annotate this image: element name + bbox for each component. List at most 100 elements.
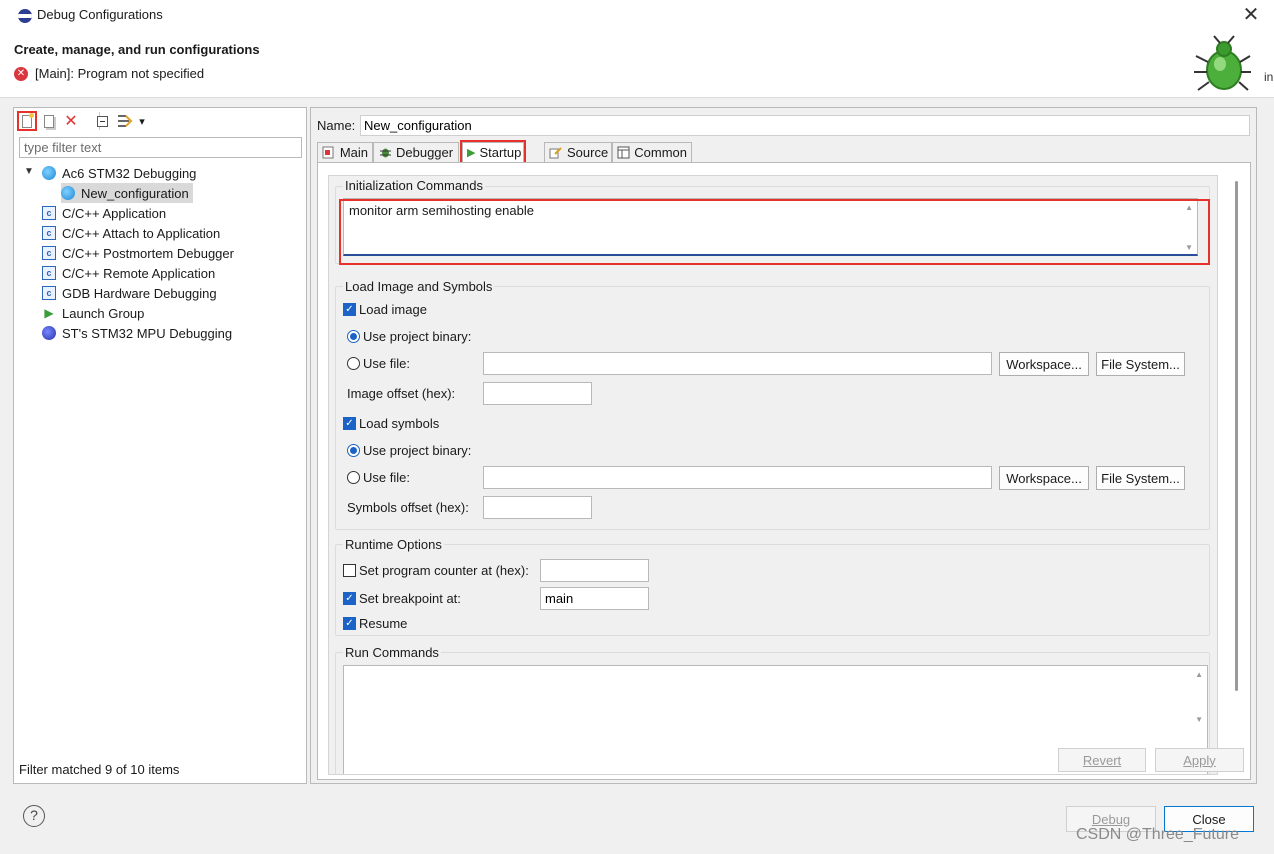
delete-icon: ✕ bbox=[64, 113, 78, 130]
tree-item-label: C/C++ Postmortem Debugger bbox=[62, 245, 234, 261]
tab-label: Common bbox=[634, 145, 687, 160]
tree-item-gdb-hardware[interactable]: c GDB Hardware Debugging bbox=[42, 283, 217, 303]
scroll-up-icon[interactable]: ▲ bbox=[1195, 670, 1203, 679]
symbols-use-project-binary-radio[interactable]: Use project binary: bbox=[347, 443, 471, 458]
runtime-options-group bbox=[335, 544, 1210, 636]
tab-startup[interactable]: ▶ Startup bbox=[460, 140, 526, 164]
stm-icon bbox=[42, 326, 56, 340]
use-project-binary-label: Use project binary: bbox=[363, 329, 472, 344]
tree-item-cpp-postmortem[interactable]: c C/C++ Postmortem Debugger bbox=[42, 243, 234, 263]
tree-item-launch-group[interactable]: ▶ Launch Group bbox=[42, 303, 144, 323]
symbols-use-file-radio[interactable]: Use file: bbox=[347, 470, 410, 485]
chevron-down-icon[interactable]: ▼ bbox=[24, 166, 36, 177]
resume-checkbox[interactable]: ✓ Resume bbox=[343, 616, 407, 631]
initialization-commands-title: Initialization Commands bbox=[343, 178, 486, 193]
duplicate-button[interactable] bbox=[39, 111, 59, 131]
name-field[interactable] bbox=[360, 115, 1250, 136]
filter-status: Filter matched 9 of 10 items bbox=[19, 762, 180, 777]
check-icon: ✓ bbox=[343, 617, 356, 630]
set-program-counter-label: Set program counter at (hex): bbox=[359, 563, 529, 578]
name-label: Name: bbox=[317, 118, 356, 133]
tree-item-cpp-application[interactable]: c C/C++ Application bbox=[42, 203, 166, 223]
check-icon: ✓ bbox=[343, 417, 356, 430]
load-image-symbols-group bbox=[335, 286, 1210, 530]
run-commands-title: Run Commands bbox=[343, 645, 441, 660]
tab-source[interactable]: Source bbox=[544, 142, 612, 162]
filter-input[interactable] bbox=[19, 137, 302, 158]
tree-item-cpp-remote[interactable]: c C/C++ Remote Application bbox=[42, 263, 215, 283]
set-breakpoint-label: Set breakpoint at: bbox=[359, 591, 461, 606]
resume-label: Resume bbox=[359, 616, 408, 631]
vertical-scrollbar[interactable] bbox=[1232, 181, 1242, 701]
set-breakpoint-checkbox[interactable]: ✓ Set breakpoint at: bbox=[343, 591, 461, 606]
load-symbols-label: Load symbols bbox=[359, 416, 440, 431]
tree-item-label: Ac6 STM32 Debugging bbox=[62, 165, 197, 181]
new-configuration-icon bbox=[22, 112, 34, 128]
debug-bug-icon bbox=[1190, 34, 1252, 96]
tree-item-ac6-stm32-debugging[interactable]: Ac6 STM32 Debugging bbox=[42, 163, 196, 183]
apply-button[interactable]: Apply bbox=[1155, 748, 1244, 772]
window-close-button[interactable]: ✕ bbox=[1240, 3, 1262, 27]
radio-selected-icon bbox=[347, 330, 360, 343]
globe-icon bbox=[61, 186, 75, 200]
image-offset-input[interactable] bbox=[483, 382, 592, 405]
image-use-file-radio[interactable]: Use file: bbox=[347, 356, 410, 371]
load-image-checkbox[interactable]: ✓ Load image bbox=[343, 302, 427, 317]
scrollbar-thumb[interactable] bbox=[1235, 181, 1238, 691]
image-file-system-button[interactable]: File System... bbox=[1096, 352, 1185, 376]
filter-button[interactable] bbox=[115, 111, 135, 131]
watermark: CSDN @Three_Future bbox=[1076, 826, 1239, 843]
error-icon: ✕ bbox=[14, 67, 28, 81]
load-image-label: Load image bbox=[359, 302, 427, 317]
background-window-edge: in bbox=[1264, 70, 1274, 84]
tree-item-label: Launch Group bbox=[62, 305, 145, 321]
tree-item-label: C/C++ Attach to Application bbox=[62, 225, 221, 241]
delete-button[interactable]: ✕ bbox=[61, 111, 81, 131]
use-project-binary-label: Use project binary: bbox=[363, 443, 472, 458]
tab-common[interactable]: Common bbox=[612, 142, 692, 162]
c-icon: c bbox=[42, 206, 56, 220]
scroll-down-icon[interactable]: ▼ bbox=[1195, 715, 1203, 724]
load-symbols-checkbox[interactable]: ✓ Load symbols bbox=[343, 416, 439, 431]
play-icon: ▶ bbox=[467, 147, 476, 159]
tree-item-cpp-attach[interactable]: c C/C++ Attach to Application bbox=[42, 223, 220, 243]
set-program-counter-checkbox[interactable]: Set program counter at (hex): bbox=[343, 563, 529, 578]
tab-label: Source bbox=[567, 145, 609, 160]
image-offset-label: Image offset (hex): bbox=[347, 386, 456, 401]
image-use-project-binary-radio[interactable]: Use project binary: bbox=[347, 329, 471, 344]
tab-label: Startup bbox=[479, 145, 522, 160]
source-icon bbox=[549, 146, 563, 160]
image-file-input[interactable] bbox=[483, 352, 992, 375]
tree-item-label: C/C++ Remote Application bbox=[62, 265, 216, 281]
tab-debugger[interactable]: Debugger bbox=[373, 142, 459, 162]
eclipse-app-icon bbox=[18, 9, 32, 23]
symbols-workspace-button[interactable]: Workspace... bbox=[999, 466, 1089, 490]
collapse-all-icon bbox=[96, 115, 108, 127]
globe-icon bbox=[42, 166, 56, 180]
tab-label: Debugger bbox=[396, 145, 454, 160]
dropdown-icon[interactable]: ▾ bbox=[135, 111, 149, 131]
debug-button-label: Debug bbox=[1091, 811, 1131, 827]
symbols-offset-input[interactable] bbox=[483, 496, 592, 519]
use-file-label: Use file: bbox=[363, 356, 410, 371]
revert-button-label: Revert bbox=[1082, 752, 1122, 768]
play-icon: ▶ bbox=[44, 306, 54, 320]
symbols-file-system-button[interactable]: File System... bbox=[1096, 466, 1185, 490]
tree-item-st-stm32-mpu[interactable]: ST's STM32 MPU Debugging bbox=[42, 323, 232, 343]
image-workspace-button[interactable]: Workspace... bbox=[999, 352, 1089, 376]
help-button[interactable]: ? bbox=[23, 805, 45, 827]
tree-item-new-configuration[interactable]: New_configuration bbox=[61, 183, 193, 203]
tab-main[interactable]: Main bbox=[317, 142, 373, 162]
c-icon: c bbox=[42, 246, 56, 260]
new-configuration-button[interactable] bbox=[17, 111, 37, 131]
tree-item-label: New_configuration bbox=[81, 185, 189, 201]
c-icon: c bbox=[42, 226, 56, 240]
bug-icon bbox=[378, 146, 392, 160]
breakpoint-input[interactable] bbox=[540, 587, 649, 610]
collapse-all-button[interactable] bbox=[92, 111, 112, 131]
apply-button-label: Apply bbox=[1183, 752, 1216, 768]
symbols-file-input[interactable] bbox=[483, 466, 992, 489]
program-counter-input[interactable] bbox=[540, 559, 649, 582]
c-icon: c bbox=[42, 266, 56, 280]
revert-button[interactable]: Revert bbox=[1058, 748, 1146, 772]
